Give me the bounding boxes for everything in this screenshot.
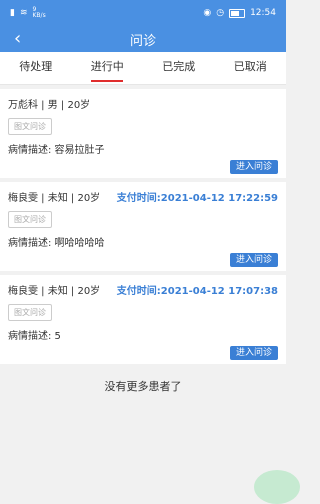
status-left: ▮ ≋ 9 KB/s (10, 7, 46, 19)
status-right: ◉ ◷ 12:54 (203, 8, 276, 18)
condition-description: 病情描述: 容易拉肚子 (8, 145, 105, 156)
tab-in-progress[interactable]: 进行中 (72, 52, 144, 84)
enter-consult-button[interactable]: 进入问诊 (229, 346, 278, 360)
page-title: 问诊 (129, 33, 156, 49)
tab-completed[interactable]: 已完成 (143, 52, 215, 84)
condition-description: 病情描述: 5 (8, 331, 61, 342)
net-speed: 9 KB/s (32, 6, 46, 19)
patient-info: 万彪科 | 男 | 20岁 (8, 99, 91, 111)
patient-info: 梅良雯 | 未知 | 20岁 (8, 285, 101, 297)
patient-info: 梅良雯 | 未知 | 20岁 (8, 192, 101, 204)
nav-bar: ‹ 问诊 (0, 26, 286, 52)
status-bar: ▮ ≋ 9 KB/s ◉ ◷ 12:54 (0, 0, 286, 26)
clock: 12:54 (250, 8, 276, 18)
consult-card: 梅良雯 | 未知 | 20岁 支付时间:2021-04-12 17:07:38 … (0, 275, 286, 364)
battery-icon (229, 8, 246, 18)
back-icon[interactable]: ‹ (14, 28, 21, 50)
pay-time: 支付时间:2021-04-12 17:07:38 (116, 285, 278, 297)
enter-consult-button[interactable]: 进入问诊 (229, 160, 278, 174)
no-more-patients-text: 没有更多患者了 (104, 380, 182, 393)
sim-icon: ▮ (10, 8, 15, 18)
wifi-icon: ≋ (19, 8, 28, 18)
eye-icon: ◉ (203, 8, 212, 18)
floating-action-button[interactable] (254, 470, 300, 504)
consult-type-tag: 图文问诊 (8, 211, 52, 228)
consult-type-tag: 图文问诊 (8, 118, 52, 135)
consult-card: 万彪科 | 男 | 20岁 图文问诊 病情描述: 容易拉肚子 进入问诊 (0, 89, 286, 178)
tab-cancelled[interactable]: 已取消 (215, 52, 287, 84)
condition-description: 病情描述: 啊哈哈哈哈 (8, 238, 105, 249)
alarm-icon: ◷ (216, 8, 225, 18)
tab-pending[interactable]: 待处理 (0, 52, 72, 84)
consult-card: 梅良雯 | 未知 | 20岁 支付时间:2021-04-12 17:22:59 … (0, 182, 286, 271)
pay-time: 支付时间:2021-04-12 17:22:59 (116, 192, 278, 204)
enter-consult-button[interactable]: 进入问诊 (229, 253, 278, 267)
tab-bar: 待处理 进行中 已完成 已取消 (0, 52, 286, 85)
consult-type-tag: 图文问诊 (8, 304, 52, 321)
